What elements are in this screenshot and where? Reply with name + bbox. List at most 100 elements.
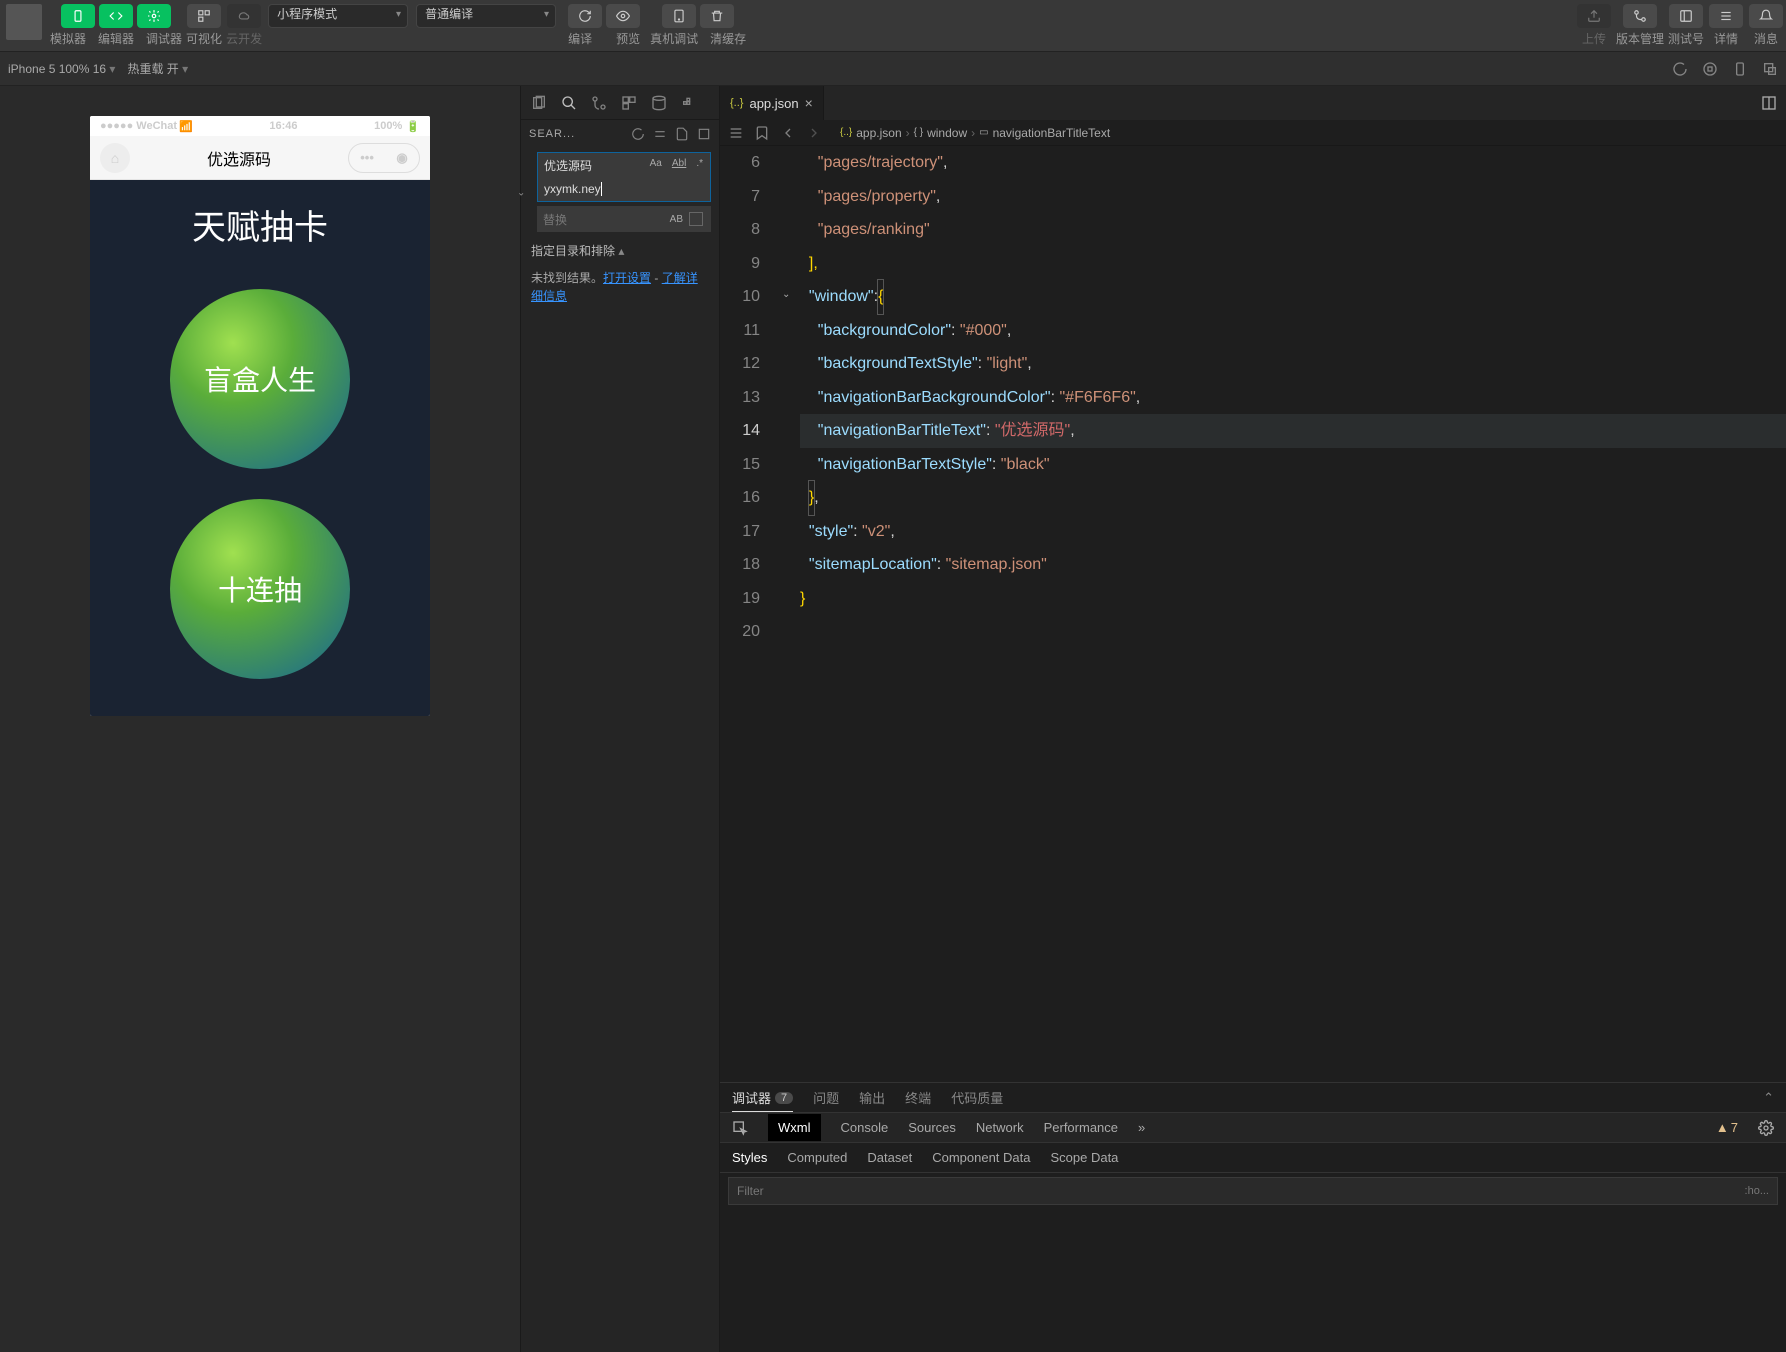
- gear-icon[interactable]: [1758, 1120, 1774, 1136]
- search-icon[interactable]: [561, 95, 577, 111]
- collapse-icon[interactable]: [697, 127, 711, 141]
- phone-frame: ●●●●● WeChat 📶 16:46 100% 🔋 ⌂ 优选源码 •••◉ …: [90, 116, 430, 716]
- popout-icon[interactable]: [1762, 61, 1778, 77]
- clear-icon[interactable]: [653, 127, 667, 141]
- tab-label: app.json: [749, 96, 798, 111]
- json-icon: {..}: [730, 97, 743, 109]
- simulator-button[interactable]: [61, 4, 95, 28]
- version-button[interactable]: [1623, 4, 1657, 28]
- devtool-wxml[interactable]: Wxml: [768, 1114, 821, 1141]
- replace-input[interactable]: 替换 AB: [537, 206, 711, 232]
- crumb-file[interactable]: app.json: [856, 126, 901, 140]
- collapse-panel-icon[interactable]: ⌃: [1763, 1090, 1774, 1106]
- db-icon[interactable]: [651, 95, 667, 111]
- stop-icon[interactable]: [1702, 61, 1718, 77]
- explorer-icon[interactable]: [531, 95, 547, 111]
- subtab-styles[interactable]: Styles: [732, 1150, 767, 1165]
- detail-button[interactable]: [1709, 4, 1743, 28]
- carrier-label: ●●●●● WeChat: [100, 120, 177, 132]
- mode-select[interactable]: 小程序模式: [268, 4, 408, 28]
- bottom-tab-debugger[interactable]: 调试器7: [732, 1088, 793, 1112]
- editor-label: 编辑器: [98, 30, 134, 47]
- simulator-label: 模拟器: [50, 30, 86, 47]
- testid-label: 测试号: [1668, 30, 1704, 47]
- bookmark-icon[interactable]: [754, 125, 770, 141]
- compile-select[interactable]: 普通编译: [416, 4, 556, 28]
- replace-placeholder: 替换: [543, 211, 567, 228]
- editor-button[interactable]: [99, 4, 133, 28]
- code-area[interactable]: 67891011121314151617181920 ⌄ "pages/traj…: [720, 146, 1786, 1082]
- preserve-case-icon[interactable]: AB: [670, 214, 683, 225]
- upload-label: 上传: [1576, 30, 1612, 47]
- phone-statusbar: ●●●●● WeChat 📶 16:46 100% 🔋: [90, 116, 430, 136]
- message-button[interactable]: [1749, 4, 1783, 28]
- devtool-network[interactable]: Network: [976, 1120, 1024, 1135]
- refresh-icon[interactable]: [631, 127, 645, 141]
- phone-icon[interactable]: [1732, 61, 1748, 77]
- crumb-window[interactable]: window: [927, 126, 967, 140]
- sidebar-search-pane: SEAR... ⌄ 优选源码 yxymk.ney Aa Abl .* 替换 AB: [520, 86, 720, 1352]
- crumb-key[interactable]: navigationBarTitleText: [993, 126, 1111, 140]
- hov-toggle[interactable]: :ho...: [1745, 1185, 1769, 1197]
- debugger-button[interactable]: [137, 4, 171, 28]
- tab-appjson[interactable]: {..} app.json ×: [720, 86, 824, 120]
- remote-debug-button[interactable]: [662, 4, 696, 28]
- subtab-scope[interactable]: Scope Data: [1050, 1150, 1118, 1165]
- device-select[interactable]: iPhone 5 100% 16: [8, 62, 115, 76]
- replace-all-icon[interactable]: [689, 212, 703, 226]
- devtool-console[interactable]: Console: [841, 1120, 889, 1135]
- open-settings-link[interactable]: 打开设置: [603, 271, 651, 285]
- avatar[interactable]: [6, 4, 42, 40]
- match-case-toggle[interactable]: Aa: [647, 157, 665, 170]
- testid-button[interactable]: [1669, 4, 1703, 28]
- compile-label: 编译: [562, 30, 598, 47]
- preview-label: 预览: [610, 30, 646, 47]
- clear-cache-button[interactable]: [700, 4, 734, 28]
- phone-time: 16:46: [193, 120, 374, 132]
- ext-icon[interactable]: [621, 95, 637, 111]
- devtool-more[interactable]: »: [1138, 1120, 1145, 1135]
- subtab-dataset[interactable]: Dataset: [867, 1150, 912, 1165]
- search-input-box[interactable]: 优选源码 yxymk.ney Aa Abl .*: [537, 152, 711, 202]
- no-results-text: 未找到结果。打开设置 - 了解详细信息: [521, 263, 719, 311]
- devtool-performance[interactable]: Performance: [1044, 1120, 1118, 1135]
- compile-button[interactable]: [568, 4, 602, 28]
- ball-button-1[interactable]: 盲盒人生: [170, 289, 350, 469]
- preview-button[interactable]: [606, 4, 640, 28]
- phone-navbar: ⌂ 优选源码 •••◉: [90, 136, 430, 180]
- home-button[interactable]: ⌂: [100, 143, 130, 173]
- ball-button-2[interactable]: 十连抽: [170, 499, 350, 679]
- version-label: 版本管理: [1616, 30, 1664, 47]
- visualizer-button[interactable]: [187, 4, 221, 28]
- bottom-tab-problems[interactable]: 问题: [813, 1088, 839, 1107]
- hotreload-select[interactable]: 热重载 开: [127, 60, 188, 77]
- docker-icon[interactable]: [681, 95, 697, 111]
- exclude-toggle[interactable]: 指定目录和排除: [521, 238, 719, 263]
- back-icon[interactable]: [780, 125, 796, 141]
- subtab-component[interactable]: Component Data: [932, 1150, 1030, 1165]
- split-editor-icon[interactable]: [1752, 86, 1786, 120]
- forward-icon[interactable]: [806, 125, 822, 141]
- close-tab-icon[interactable]: ×: [805, 95, 813, 111]
- git-icon[interactable]: [591, 95, 607, 111]
- tab-bar: {..} app.json ×: [720, 86, 1786, 120]
- filter-input[interactable]: Filter :ho...: [728, 1177, 1778, 1205]
- bottom-tab-quality[interactable]: 代码质量: [951, 1088, 1003, 1107]
- bottom-tab-terminal[interactable]: 终端: [905, 1088, 931, 1107]
- whole-word-toggle[interactable]: Abl: [669, 157, 689, 170]
- cloud-button[interactable]: [227, 4, 261, 28]
- devtool-sources[interactable]: Sources: [908, 1120, 956, 1135]
- subtab-computed[interactable]: Computed: [787, 1150, 847, 1165]
- rotate-icon[interactable]: [1672, 61, 1688, 77]
- regex-toggle[interactable]: .*: [693, 157, 706, 170]
- bottom-tab-output[interactable]: 输出: [859, 1088, 885, 1107]
- warning-badge[interactable]: ▲7: [1716, 1120, 1738, 1135]
- capsule-button[interactable]: •••◉: [348, 143, 420, 173]
- toggle-sidebar-icon[interactable]: [728, 125, 744, 141]
- editor-pane: {..} app.json × {..} app.json › { } wind…: [720, 86, 1786, 1352]
- upload-button[interactable]: [1577, 4, 1611, 28]
- fold-chevron[interactable]: ⌄: [782, 278, 790, 312]
- toggle-replace-chevron[interactable]: ⌄: [517, 188, 525, 199]
- inspect-icon[interactable]: [732, 1120, 748, 1136]
- newfile-icon[interactable]: [675, 127, 689, 141]
